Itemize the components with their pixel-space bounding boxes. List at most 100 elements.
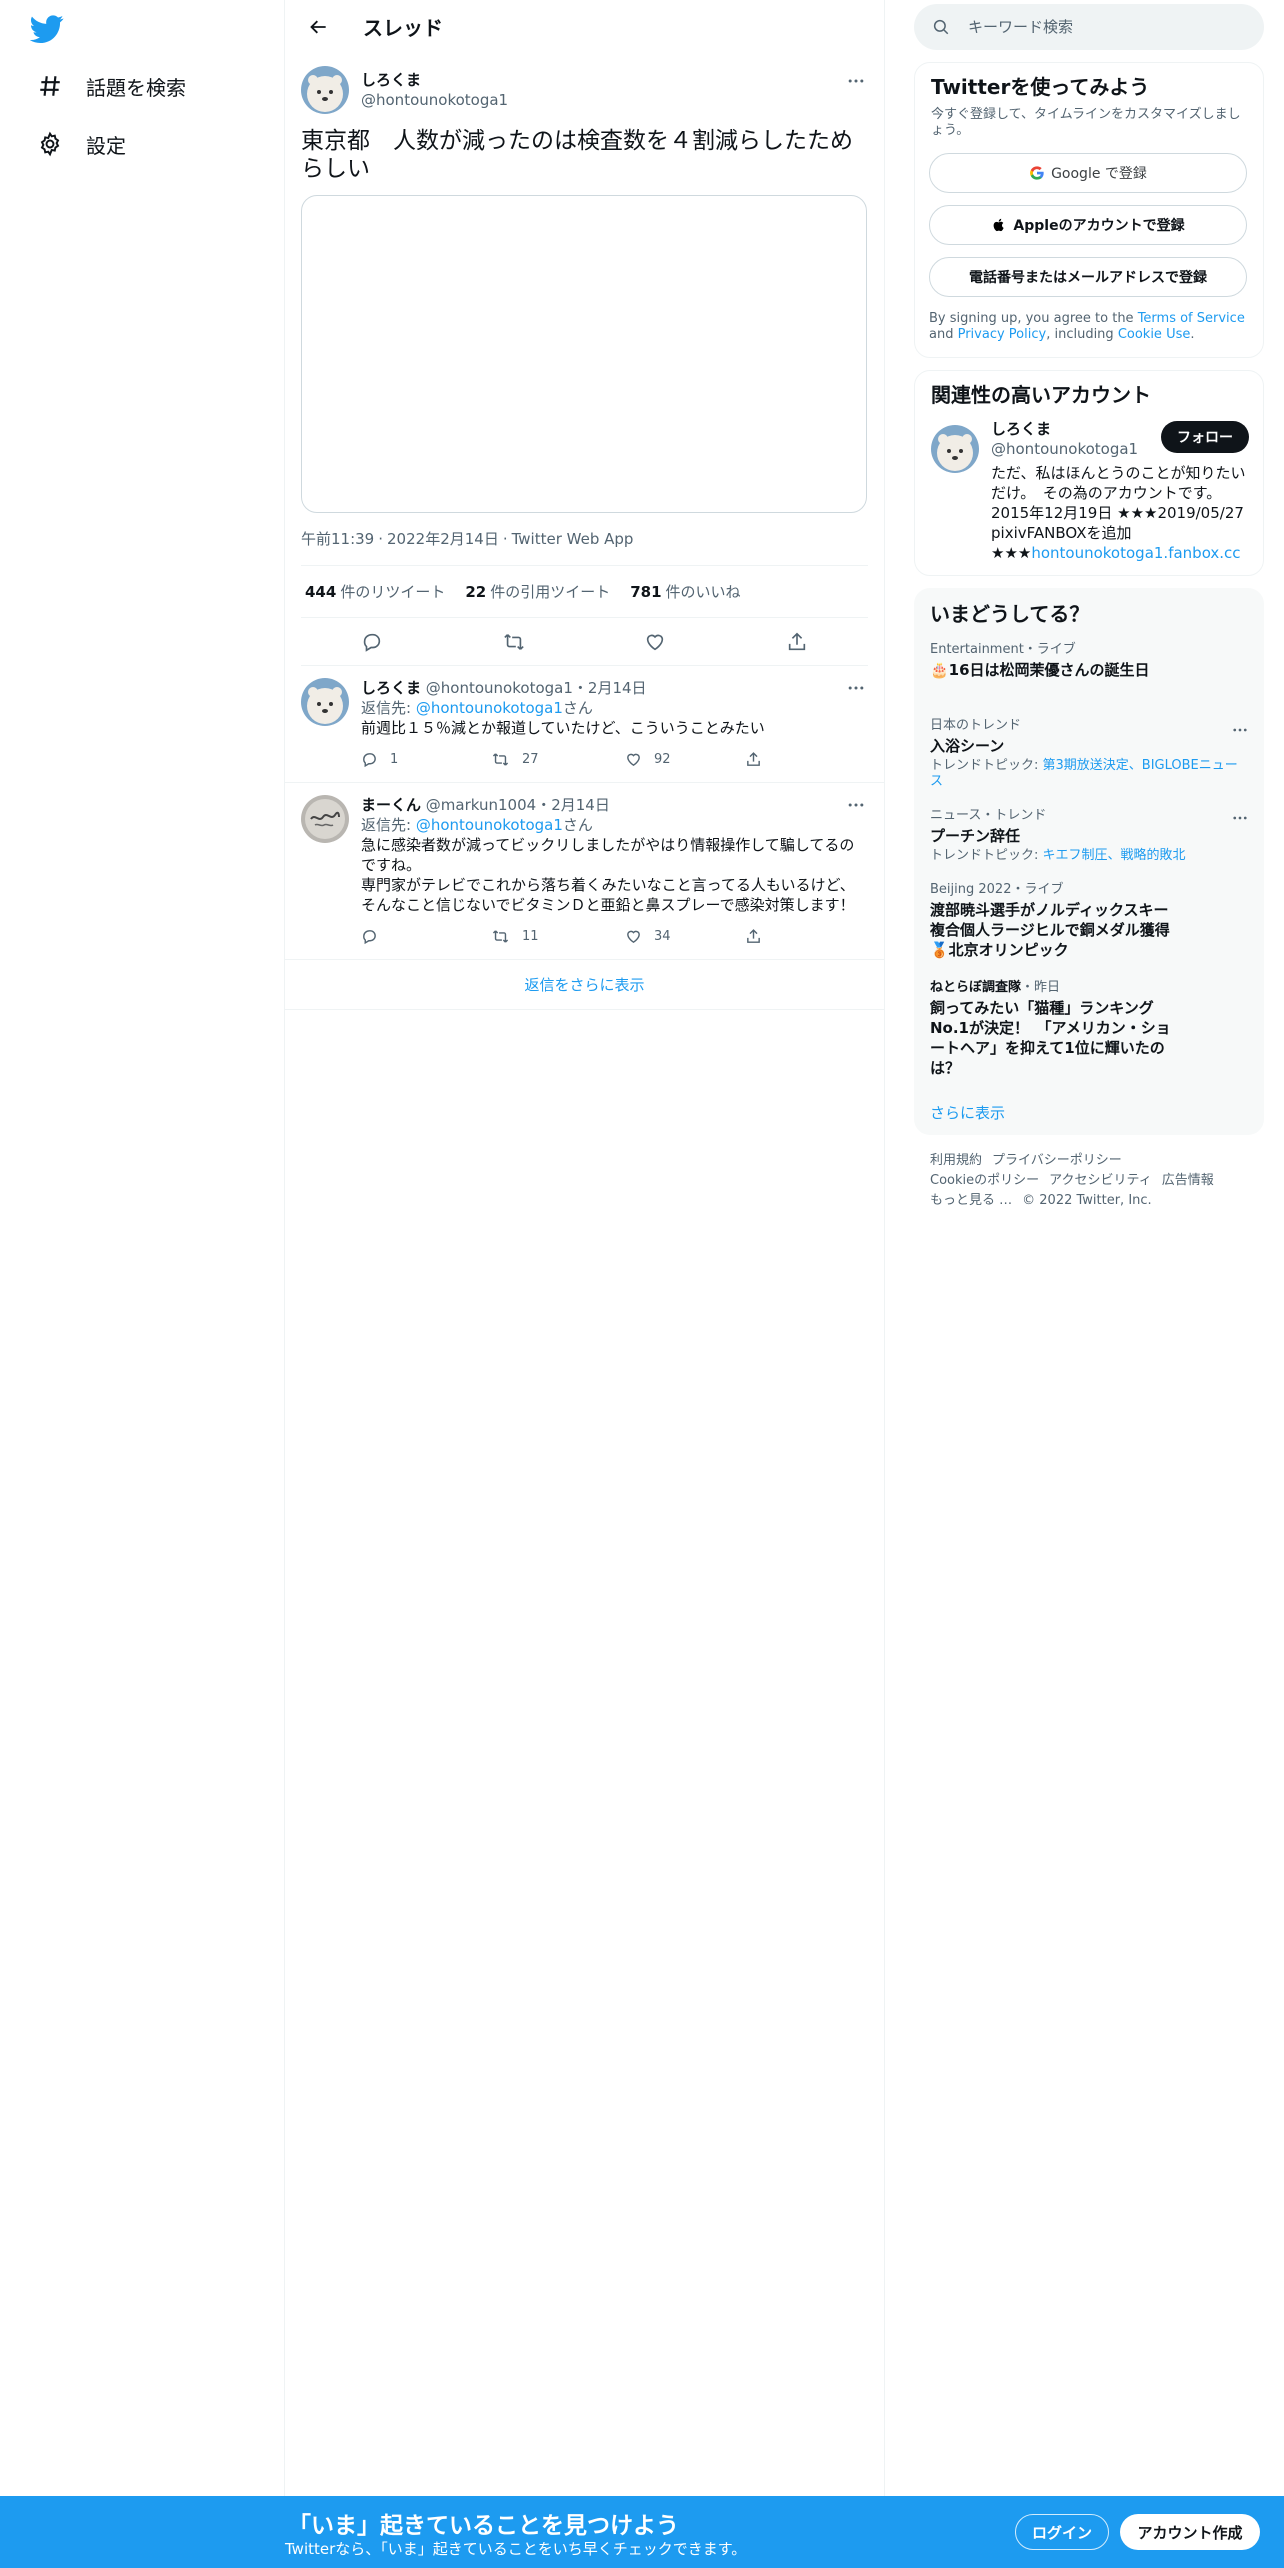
retweet-button[interactable]: [495, 623, 533, 661]
share-button[interactable]: [778, 623, 816, 661]
avatar[interactable]: [931, 425, 979, 473]
reply-date[interactable]: 2月14日: [551, 796, 610, 814]
trend-meta: ねとらぼ調査隊・昨日: [930, 980, 1061, 995]
nav-explore-label: 話題を検索: [86, 75, 186, 100]
footer-link[interactable]: 利用規約: [930, 1153, 982, 1168]
reply-to-handle[interactable]: @hontounokotoga1: [416, 816, 563, 834]
reply-button[interactable]: [361, 928, 481, 945]
gear-icon: [36, 130, 64, 158]
footer-link[interactable]: プライバシーポリシー: [992, 1153, 1122, 1168]
author-name[interactable]: しろくま: [361, 70, 508, 90]
apple-signup-button[interactable]: Appleのアカウントで登録: [929, 205, 1247, 245]
nav-settings-label: 設定: [86, 133, 126, 158]
more-options-button[interactable]: [1228, 718, 1252, 742]
reply-date[interactable]: 2月14日: [588, 679, 647, 697]
create-account-button[interactable]: アカウント作成: [1120, 2514, 1260, 2550]
retweet-stat[interactable]: 444 件のリツイート: [305, 581, 445, 602]
more-options-button[interactable]: [1228, 806, 1252, 830]
more-options-button[interactable]: [844, 793, 868, 817]
reply-button[interactable]: 1: [361, 751, 481, 768]
share-button[interactable]: [745, 928, 775, 945]
related-accounts-title: 関連性の高いアカウント: [931, 383, 1151, 407]
tweet-time[interactable]: 午前11:39: [301, 530, 374, 548]
search-bar[interactable]: [914, 4, 1264, 50]
tweet-date[interactable]: 2022年2月14日: [387, 530, 499, 548]
privacy-policy-link[interactable]: Privacy Policy: [958, 327, 1047, 342]
page-title: スレッド: [363, 16, 443, 40]
more-options-button[interactable]: [844, 69, 868, 93]
retweet-button[interactable]: 27: [491, 751, 611, 768]
share-icon: [747, 928, 760, 943]
reply-header: まーくん @markun1004・2月14日: [361, 796, 610, 814]
follow-button[interactable]: フォロー: [1161, 421, 1249, 453]
tweet-actions: [301, 618, 868, 666]
trend-meta: ニュース・トレンド: [930, 808, 1047, 823]
reply-text: 前週比１５％減とか報道していたけど、こういうことみたい: [361, 719, 765, 737]
tweet-stats: 444 件のリツイート 22 件の引用ツイート 781 件のいいね: [301, 565, 868, 618]
reply-author-handle[interactable]: @markun1004: [426, 796, 536, 814]
arrow-left-icon: [310, 20, 326, 33]
tweet-source[interactable]: Twitter Web App: [512, 530, 634, 548]
nav-explore[interactable]: 話題を検索: [26, 60, 196, 112]
reply-to: 返信先: @hontounokotoga1さん: [361, 699, 593, 717]
like-button[interactable]: 92: [625, 751, 745, 768]
share-icon: [747, 751, 760, 766]
phone-email-signup-button[interactable]: 電話番号またはメールアドレスで登録: [929, 257, 1247, 297]
related-accounts-card: 関連性の高いアカウント しろくま @hontounokotoga1 ただ、私はほ…: [914, 370, 1264, 576]
signup-terms: By signing up, you agree to the Terms of…: [929, 311, 1245, 342]
google-icon: [1029, 165, 1045, 181]
footer-link[interactable]: 広告情報: [1162, 1173, 1214, 1188]
related-account[interactable]: しろくま @hontounokotoga1 ただ、私はほんとうのことが知りたいだ…: [915, 407, 1263, 563]
tweet-text: 東京都 人数が減ったのは検査数を４割減らしたためらしい: [301, 128, 853, 182]
twitter-bird-icon[interactable]: [29, 12, 64, 46]
avatar[interactable]: [301, 678, 349, 726]
signup-bottom-bar: 「いま」起きていることを見つけよう Twitterなら、「いま」起きていることを…: [0, 2496, 1284, 2568]
tweet-author: しろくま @hontounokotoga1: [301, 65, 868, 115]
footer-link[interactable]: Cookieのポリシー: [930, 1173, 1039, 1188]
signup-card: Twitterを使ってみよう 今すぐ登録して、タイムラインをカスタマイズしましょ…: [914, 62, 1264, 358]
reply-tweet[interactable]: まーくん @markun1004・2月14日 返信先: @hontounokot…: [285, 783, 884, 960]
reply-author-name[interactable]: しろくま: [361, 679, 421, 697]
trend-item[interactable]: ねとらぼ調査隊・昨日 飼ってみたい「猫種」ランキングNo.1が決定！ 「アメリカ…: [914, 960, 1264, 1078]
signup-subtitle: 今すぐ登録して、タイムラインをカスタマイズしましょう。: [931, 107, 1241, 138]
reply-author-handle[interactable]: @hontounokotoga1: [426, 679, 573, 697]
reply-icon: [363, 633, 381, 652]
reply-button[interactable]: [353, 623, 391, 661]
avatar[interactable]: [301, 66, 349, 114]
trends-card: いまどうしてる？ Entertainment・ライブ 🎂16日は松岡茉優さんの誕…: [914, 588, 1264, 1135]
reply-author-name[interactable]: まーくん: [361, 796, 421, 814]
trend-item[interactable]: 日本のトレンド 入浴シーン トレンドトピック: 第3期放送決定、BIGLOBEニ…: [914, 680, 1264, 790]
show-more-replies-link[interactable]: 返信をさらに表示: [285, 960, 884, 1010]
avatar[interactable]: [301, 795, 349, 843]
trend-item[interactable]: Beijing 2022・ライブ 渡部暁斗選手がノルディックスキー複合個人ラージ…: [914, 864, 1264, 960]
trend-item[interactable]: ニュース・トレンド プーチン辞任 トレンドトピック: キエフ制圧、戦略的敗北: [914, 790, 1264, 864]
like-button[interactable]: [636, 623, 674, 661]
left-navigation: 話題を検索 設定: [0, 0, 285, 2568]
trend-meta: Beijing 2022・ライブ: [930, 882, 1064, 897]
search-input[interactable]: [968, 18, 1228, 36]
reply-to-handle[interactable]: @hontounokotoga1: [416, 699, 563, 717]
like-button[interactable]: 34: [625, 928, 745, 945]
retweet-button[interactable]: 11: [491, 928, 611, 945]
apple-icon: [991, 217, 1007, 233]
google-signup-button[interactable]: Google で登録: [929, 153, 1247, 193]
reply-icon: [363, 752, 376, 767]
like-stat[interactable]: 781 件のいいね: [630, 581, 740, 602]
quote-stat[interactable]: 22 件の引用ツイート: [465, 581, 610, 602]
nav-settings[interactable]: 設定: [26, 118, 136, 170]
back-button[interactable]: [301, 9, 337, 45]
tweet-media-card[interactable]: [301, 195, 867, 513]
footer-link[interactable]: アクセシビリティ: [1049, 1173, 1152, 1188]
trend-item[interactable]: Entertainment・ライブ 🎂16日は松岡茉優さんの誕生日: [914, 626, 1264, 680]
share-button[interactable]: [745, 751, 775, 768]
cookie-use-link[interactable]: Cookie Use: [1118, 327, 1191, 342]
author-handle[interactable]: @hontounokotoga1: [361, 90, 508, 110]
terms-of-service-link[interactable]: Terms of Service: [1138, 311, 1245, 326]
reply-tweet[interactable]: しろくま @hontounokotoga1・2月14日 返信先: @hontou…: [285, 666, 884, 783]
bio-link[interactable]: hontounokotoga1.fanbox.cc: [1031, 544, 1240, 562]
trend-source: ねとらぼ調査隊: [930, 980, 1022, 995]
footer-more-link[interactable]: もっと見る …: [930, 1193, 1012, 1208]
trends-show-more-link[interactable]: さらに表示: [914, 1078, 1264, 1123]
more-options-button[interactable]: [844, 676, 868, 700]
login-button[interactable]: ログイン: [1015, 2514, 1109, 2550]
